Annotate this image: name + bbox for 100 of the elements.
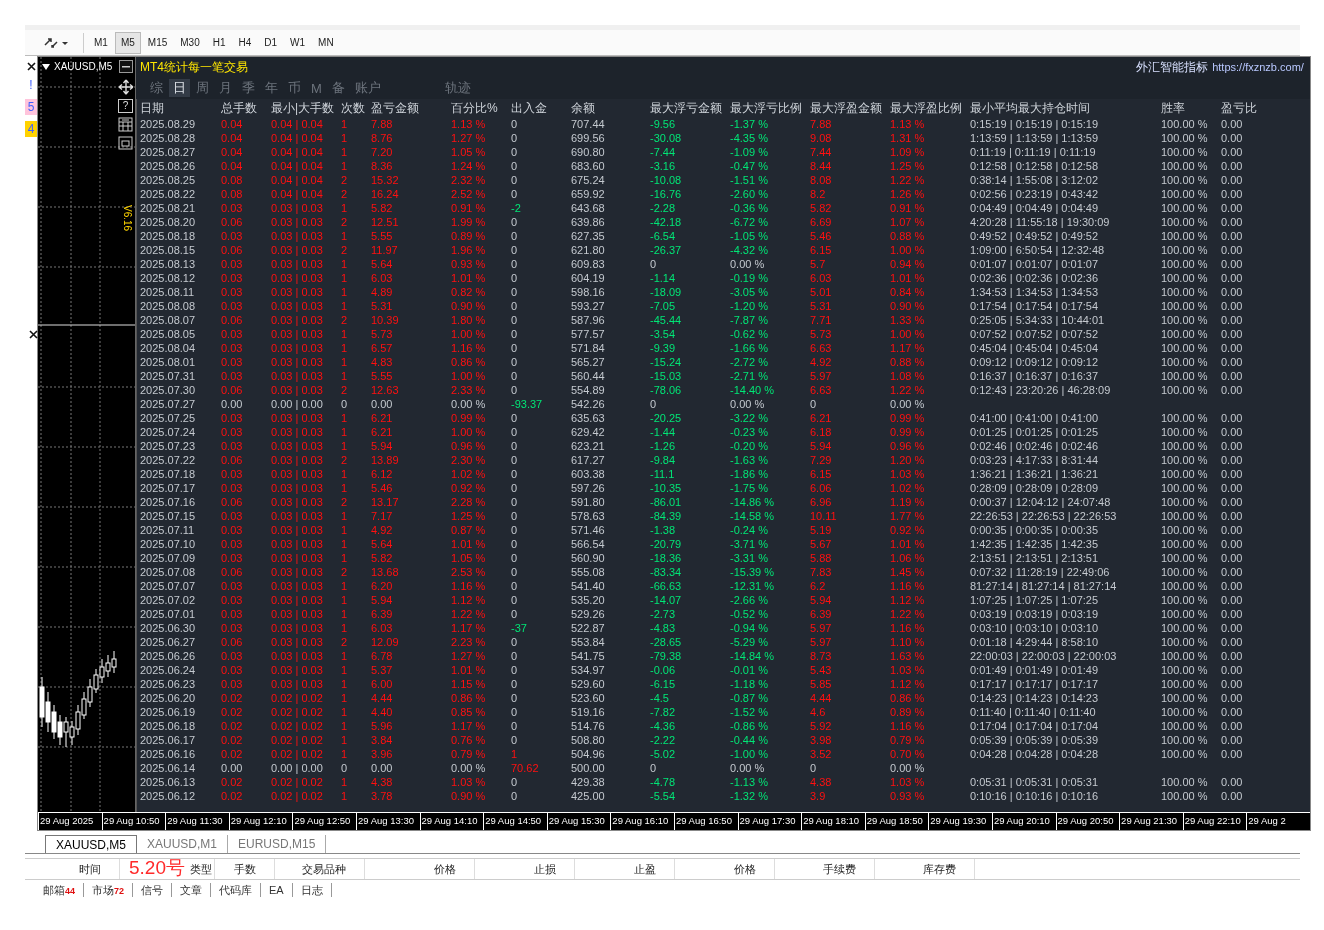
dropdown-caret-icon[interactable] <box>42 63 50 70</box>
table-cell-text: 100.00 % <box>1161 509 1209 523</box>
timeframe-button[interactable]: W1 <box>284 31 312 54</box>
help-button[interactable]: ? <box>118 99 133 113</box>
time-axis-label: 29 Aug 17:30 <box>737 813 802 830</box>
terminal-tab[interactable]: 文章 <box>172 883 212 897</box>
table-cell-text: 519.16 <box>571 705 606 719</box>
table-cell-text: 6.39 <box>810 607 833 621</box>
table-cell-text: 100.00 % <box>1161 691 1209 705</box>
table-cell-text: 2025.08.15 <box>140 243 197 257</box>
drawing-tools-icon[interactable] <box>43 35 69 50</box>
table-cell-text: 2025.07.31 <box>140 369 197 383</box>
table-cell-text: 100.00 % <box>1161 565 1209 579</box>
table-cell-text: 0 <box>511 383 519 397</box>
table-cell-text: 1.33 % <box>890 313 926 327</box>
table-cell-text: 2025.07.22 <box>140 453 197 467</box>
minimize-button[interactable] <box>119 60 133 73</box>
table-cell-text: 0.03 | 0.03 <box>271 369 324 383</box>
table-cell-text: -7.05 <box>650 299 677 313</box>
table-cell-text: 0.04 | 0.04 <box>271 173 324 187</box>
table-cell-text: 0.03 <box>221 355 244 369</box>
table-cell-text: 0.00 <box>1221 369 1244 383</box>
table-cell-text: 2025.06.23 <box>140 677 197 691</box>
table-cell-text: 0.03 | 0.03 <box>271 467 324 481</box>
table-cell-text: 4.92 <box>371 523 394 537</box>
terminal-tab[interactable]: 日志 <box>292 883 332 897</box>
table-cell-text: 0.03 | 0.03 <box>271 341 324 355</box>
table-cell-text: 100.00 % <box>1161 117 1209 131</box>
table-cell-text: 0 <box>650 257 658 271</box>
table-cell-text: -14.07 <box>650 593 683 607</box>
table-cell-text: 2025.08.26 <box>140 159 197 173</box>
table-cell-text: 0.92 % <box>451 481 487 495</box>
table-cell-text: -10.35 <box>650 481 683 495</box>
table-cell-text: 566.54 <box>571 537 606 551</box>
table-cell-text: 0.00 % <box>451 761 487 775</box>
table-cell-text: 6.21 <box>810 411 833 425</box>
table-cell-text: 1 <box>341 145 349 159</box>
table-cell-text: 0.00 <box>1221 705 1244 719</box>
table-cell-text: 0.04 <box>221 131 244 145</box>
window-icon[interactable] <box>118 136 133 150</box>
table-cell-text: 100.00 % <box>1161 257 1209 271</box>
table-cell-text: 8.08 <box>810 173 833 187</box>
table-cell-text: 100.00 % <box>1161 593 1209 607</box>
table-cell-text: 1.09 % <box>890 145 926 159</box>
time-axis-label: 29 Aug 2 <box>1246 813 1310 830</box>
table-cell-text: 0.00 <box>1221 271 1244 285</box>
table-cell-text: 0.00 <box>1221 159 1244 173</box>
table-cell-text: 1.01 % <box>890 271 926 285</box>
table-cell-text: 0:07:32 | 11:28:19 | 22:49:06 <box>970 565 1111 579</box>
table-cell-text: 0.03 <box>221 523 244 537</box>
table-cell-text: 0 <box>511 481 519 495</box>
table-cell-text: 0.94 % <box>890 257 926 271</box>
table-cell-text: 1 <box>341 677 349 691</box>
column-header: 最小平均最大持仓时间 <box>970 100 1091 117</box>
time-axis-label: 29 Aug 16:50 <box>673 813 738 830</box>
move-icon[interactable] <box>117 79 134 95</box>
timeframe-button[interactable]: H1 <box>206 31 232 54</box>
table-cell-text: -1.18 % <box>730 677 769 691</box>
table-cell-text: 1 <box>341 425 349 439</box>
table-cell-text: 100.00 % <box>1161 187 1209 201</box>
grid-table-icon[interactable] <box>118 117 133 132</box>
timeframe-button[interactable]: M5 <box>114 31 141 54</box>
table-cell-text: 522.87 <box>571 621 606 635</box>
table-cell-text: 0.00 <box>1221 537 1244 551</box>
terminal-tab[interactable]: 代码库 <box>211 883 262 897</box>
table-cell-text: 3.98 <box>810 733 833 747</box>
table-cell-text: 0.90 % <box>451 789 487 803</box>
table-cell-text: -4.5 <box>650 691 670 705</box>
table-cell-text: 0.02 <box>221 733 244 747</box>
timeframe-button[interactable]: D1 <box>258 31 284 54</box>
table-cell-text: 0:01:07 | 0:01:07 | 0:01:07 <box>970 257 1100 271</box>
timeframe-button[interactable]: H4 <box>232 31 258 54</box>
table-cell-text: 2025.07.30 <box>140 383 197 397</box>
table-cell-text: 8.44 <box>810 159 833 173</box>
alert-marker: 4 <box>25 121 37 137</box>
table-cell-text: -0.94 % <box>730 621 769 635</box>
period-tab[interactable]: 日 <box>169 79 190 97</box>
close-icon[interactable] <box>26 62 36 71</box>
table-cell-text: 2025.08.29 <box>140 117 197 131</box>
timeframe-button[interactable]: M1 <box>88 31 114 54</box>
table-cell-text: 0 <box>511 159 519 173</box>
table-cell-text: 0.06 <box>221 313 244 327</box>
table-cell-text: 5.85 <box>810 677 833 691</box>
table-cell-text: -3.05 % <box>730 285 769 299</box>
timeframe-button[interactable]: M15 <box>141 31 174 54</box>
column-header: 价格 <box>675 859 775 879</box>
close-icon[interactable] <box>29 330 38 339</box>
chart-tab[interactable]: XAUUSD,M5 <box>45 835 137 853</box>
table-cell-text: 0.00 | 0.00 <box>271 761 324 775</box>
table-cell-text: 12.63 <box>371 383 400 397</box>
timeframe-button[interactable]: MN <box>312 31 340 54</box>
table-cell-text: 0.00 <box>1221 649 1244 663</box>
terminal-tab[interactable]: 信号 <box>133 883 173 897</box>
table-cell-text: 0:00:37 | 12:04:12 | 24:07:48 <box>970 495 1112 509</box>
website-link[interactable]: https://fxznzb.com/ <box>1212 61 1304 73</box>
table-cell-text: -66.63 <box>650 579 683 593</box>
timeframe-button[interactable]: M30 <box>174 31 206 54</box>
table-cell-text: 0.96 % <box>451 439 487 453</box>
terminal-tab[interactable]: EA <box>261 883 293 897</box>
table-cell-text: 0 <box>511 635 519 649</box>
